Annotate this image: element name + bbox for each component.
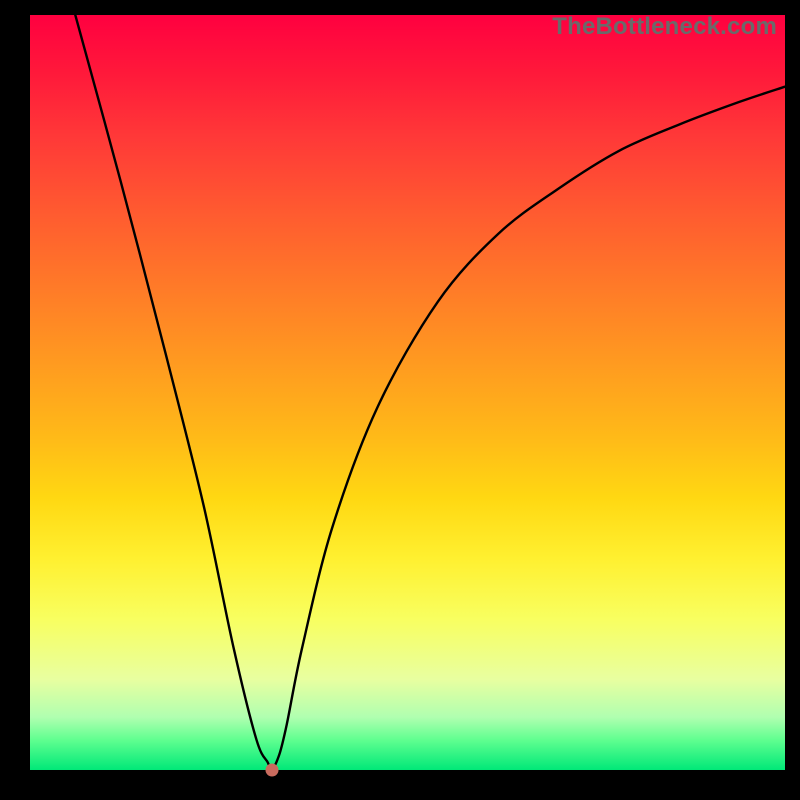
curve-svg — [30, 15, 785, 770]
bottleneck-curve — [75, 15, 785, 770]
chart-container: TheBottleneck.com — [0, 0, 800, 800]
plot-area: TheBottleneck.com — [30, 15, 785, 770]
optimal-point-marker — [265, 764, 278, 777]
